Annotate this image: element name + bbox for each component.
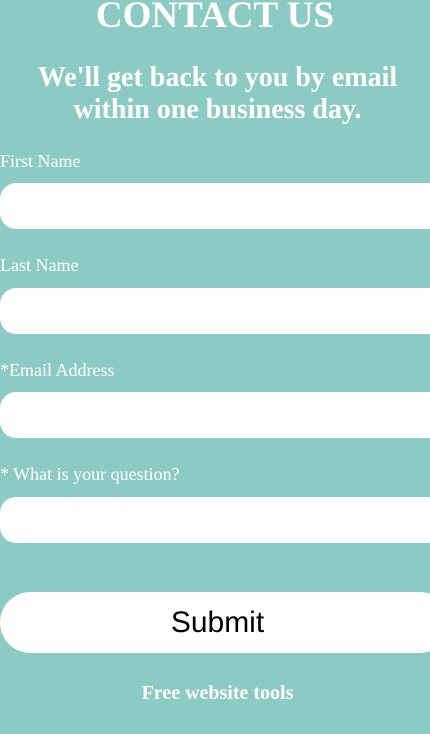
email-input[interactable] — [0, 392, 430, 438]
page-subtitle: We'll get back to you by email within on… — [37, 62, 398, 125]
question-label: * What is your question? — [0, 464, 180, 484]
submit-button[interactable]: Submit — [0, 592, 430, 653]
question-input[interactable] — [0, 497, 430, 543]
last-name-label: Last Name — [0, 255, 79, 275]
first-name-input[interactable] — [0, 183, 430, 229]
free-website-tools-link[interactable]: Free website tools — [0, 681, 430, 705]
submit-button-label: Submit — [170, 605, 265, 639]
page-title: CONTACT US — [95, 0, 335, 36]
first-name-label: First Name — [0, 151, 81, 171]
last-name-input[interactable] — [0, 288, 430, 334]
email-label: *Email Address — [0, 360, 115, 380]
